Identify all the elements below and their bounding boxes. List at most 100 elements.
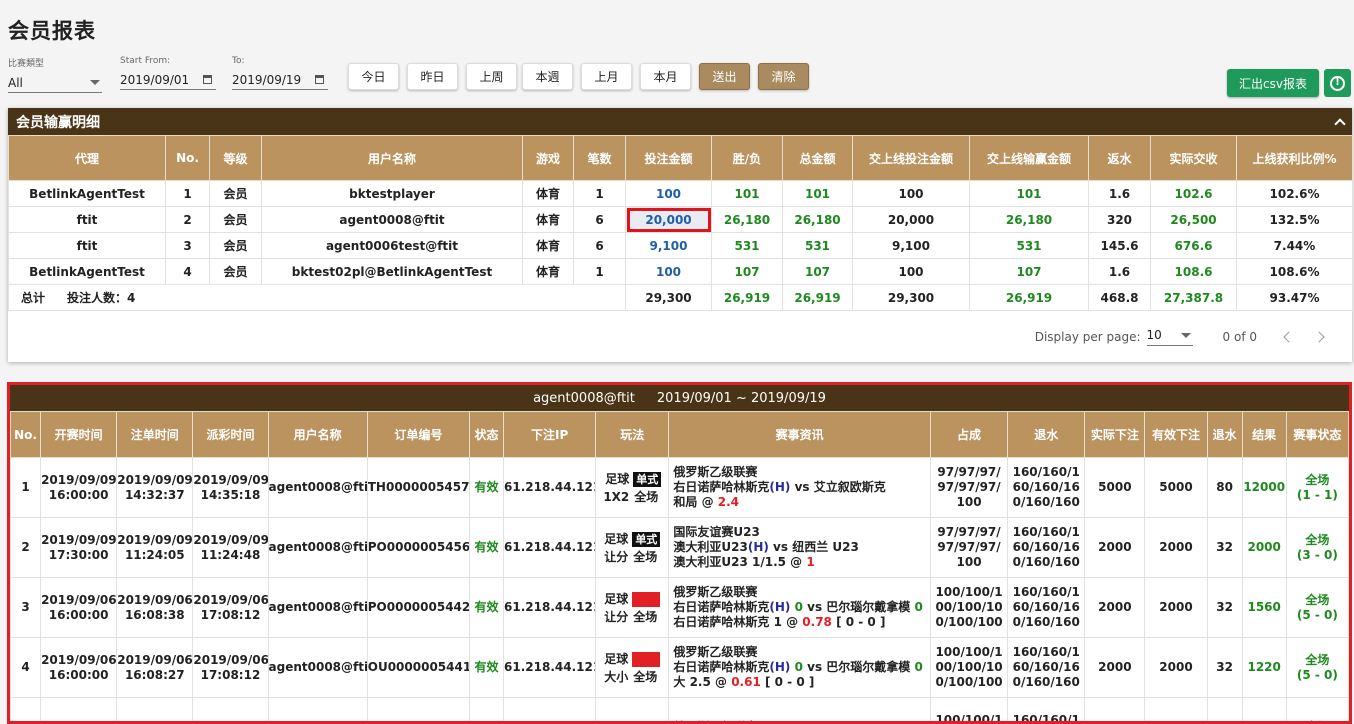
column-header: 开赛时间 — [41, 412, 117, 458]
rebate-cell: 160/160/160/160/160/160/160 — [1008, 518, 1085, 578]
detail-header: agent0008@ftit 2019/09/01 ~ 2019/09/19 — [10, 385, 1349, 411]
table-row[interactable]: 12019/09/09 16:00:002019/09/09 14:32:372… — [11, 458, 1349, 518]
per-page-select[interactable]: 10 — [1147, 328, 1193, 346]
dropdown-caret-icon — [90, 80, 100, 85]
total-cell: 26,919 — [970, 285, 1089, 311]
live-score: [ 0 - 0 ] — [761, 675, 815, 689]
last-week-button[interactable]: 上周 — [466, 63, 517, 90]
game-type-select[interactable]: 比赛類型 All — [8, 56, 102, 93]
bet-pick: 大 2.5 @ — [673, 675, 731, 689]
odds-value: 1 — [806, 555, 814, 569]
table-row[interactable]: ftit2会员agent0008@ftit体育620,00026,18026,1… — [9, 207, 1353, 233]
table-cell: 2000 — [1145, 638, 1207, 698]
detail-table: No.开赛时间注单时间派彩时间用户名称订单编号状态下注IP玩法赛事资讯占成退水实… — [10, 411, 1349, 724]
table-cell — [504, 698, 596, 724]
table-cell: 32 — [1207, 518, 1242, 578]
summary-title: 会员输赢明细 — [16, 112, 100, 132]
submit-button[interactable]: 送出 — [699, 63, 750, 90]
calendar-icon[interactable] — [315, 75, 324, 84]
table-cell: 3 — [11, 578, 41, 638]
info-button[interactable]: ! — [1324, 69, 1351, 97]
today-button[interactable]: 今日 — [348, 63, 399, 90]
export-csv-button[interactable]: 汇出csv报表 — [1227, 69, 1319, 97]
table-cell: 会员 — [210, 259, 262, 285]
detail-card: agent0008@ftit 2019/09/01 ~ 2019/09/19 N… — [7, 382, 1352, 724]
match-info-cell: 俄罗斯乙级联赛右日诺萨哈林斯克(H) 0 vs 巴尔瑙尔戴拿模 0右日诺萨哈林斯… — [669, 578, 931, 638]
period-label: 全场 — [631, 488, 661, 506]
table-cell: 32 — [1207, 638, 1242, 698]
prev-page-icon[interactable] — [1283, 331, 1294, 342]
table-cell: 101 — [712, 181, 783, 207]
table-cell: ftit — [9, 233, 166, 259]
collapse-chevron-icon[interactable] — [1334, 118, 1345, 129]
away-team: 巴尔瑙尔戴拿模 — [826, 660, 910, 674]
yesterday-button[interactable]: 昨日 — [407, 63, 458, 90]
market-label: 让分 — [604, 608, 628, 626]
table-cell: 80 — [1207, 458, 1242, 518]
column-header: 返水 — [1089, 136, 1151, 181]
table-cell — [1085, 698, 1145, 724]
away-score: 0 — [910, 660, 923, 674]
table-cell: 101 — [783, 181, 853, 207]
table-cell — [469, 698, 503, 724]
match-status-cell: 全场(3 - 0) — [1286, 518, 1348, 578]
table-row[interactable]: 42019/09/06 16:00:002019/09/06 16:08:272… — [11, 638, 1349, 698]
column-header: 实际交收 — [1151, 136, 1237, 181]
table-cell: 61.218.44.121 — [504, 518, 596, 578]
away-score: 0 — [910, 600, 923, 614]
info-icon: ! — [1330, 76, 1345, 91]
this-week-button[interactable]: 本週 — [522, 63, 573, 90]
table-cell: 有效 — [469, 458, 503, 518]
column-header: 状态 — [469, 412, 503, 458]
this-month-button[interactable]: 本月 — [640, 63, 691, 90]
table-row[interactable]: BetlinkAgentTest4会员bktest02pl@BetlinkAge… — [9, 259, 1353, 285]
table-cell: agent0008@ftit — [268, 518, 367, 578]
column-header: No. — [166, 136, 210, 181]
table-row[interactable]: BetlinkAgentTest1会员bktestplayer体育1100101… — [9, 181, 1353, 207]
table-cell — [1207, 698, 1242, 724]
total-cell: 29,300 — [853, 285, 970, 311]
end-date-field[interactable]: To: 2019/09/19 — [232, 56, 328, 90]
odds-value: 0.78 — [802, 615, 832, 629]
table-cell: 体育 — [523, 207, 574, 233]
column-header: 订单编号 — [367, 412, 469, 458]
calendar-icon[interactable] — [203, 75, 212, 84]
clear-button[interactable]: 清除 — [758, 63, 809, 90]
table-row[interactable]: 32019/09/06 16:00:002019/09/06 16:08:382… — [11, 578, 1349, 638]
column-header: 退水 — [1207, 412, 1242, 458]
table-cell: bktest02pl@BetlinkAgentTest — [262, 259, 523, 285]
market-label: 大小 — [604, 668, 628, 686]
table-cell: 体育 — [523, 259, 574, 285]
table-cell: 107 — [970, 259, 1089, 285]
start-date-field[interactable]: Start From: 2019/09/01 — [120, 56, 216, 90]
table-cell: 61.218.44.121 — [504, 578, 596, 638]
total-cell: 27,387.8 — [1151, 285, 1237, 311]
away-team: 纽西兰 U23 — [792, 540, 859, 554]
table-cell: 108.6% — [1237, 259, 1353, 285]
table-cell: 6 — [574, 207, 626, 233]
table-cell: PO0000005456 — [367, 518, 469, 578]
table-row[interactable]: 22019/09/09 17:30:002019/09/09 11:24:052… — [11, 518, 1349, 578]
last-month-button[interactable]: 上月 — [581, 63, 632, 90]
table-row[interactable]: 2019/09/062019/09/062019/09/06足球走地俄罗斯乙级联… — [11, 698, 1349, 724]
total-cell: 26,919 — [783, 285, 853, 311]
league-name: 俄罗斯乙级联赛 — [673, 465, 930, 480]
final-score: (3 - 0) — [1287, 548, 1348, 563]
table-cell: 2019/09/09 14:35:18 — [193, 458, 268, 518]
away-team: 艾立叙欧斯克 — [814, 480, 886, 494]
table-cell — [11, 698, 41, 724]
column-header: 用户名称 — [268, 412, 367, 458]
end-date-value: 2019/09/19 — [232, 73, 301, 87]
table-cell: 1 — [574, 181, 626, 207]
table-cell: 3 — [166, 233, 210, 259]
league-name: 俄罗斯乙级联赛 — [673, 720, 930, 724]
column-header: 上线获利比例% — [1237, 136, 1353, 181]
bet-type-tag: 单式 — [632, 532, 660, 547]
start-date-value: 2019/09/01 — [120, 73, 189, 87]
next-page-icon[interactable] — [1313, 331, 1324, 342]
rebate-cell: 160/160/160/160/160/160/160 — [1008, 458, 1085, 518]
table-cell: 2019/09/09 16:00:00 — [41, 458, 117, 518]
home-team: 澳大利亚U23 — [673, 540, 747, 554]
table-row[interactable]: ftit3会员agent0006test@ftit体育69,1005315319… — [9, 233, 1353, 259]
table-cell: 2019/09/09 11:24:05 — [117, 518, 193, 578]
